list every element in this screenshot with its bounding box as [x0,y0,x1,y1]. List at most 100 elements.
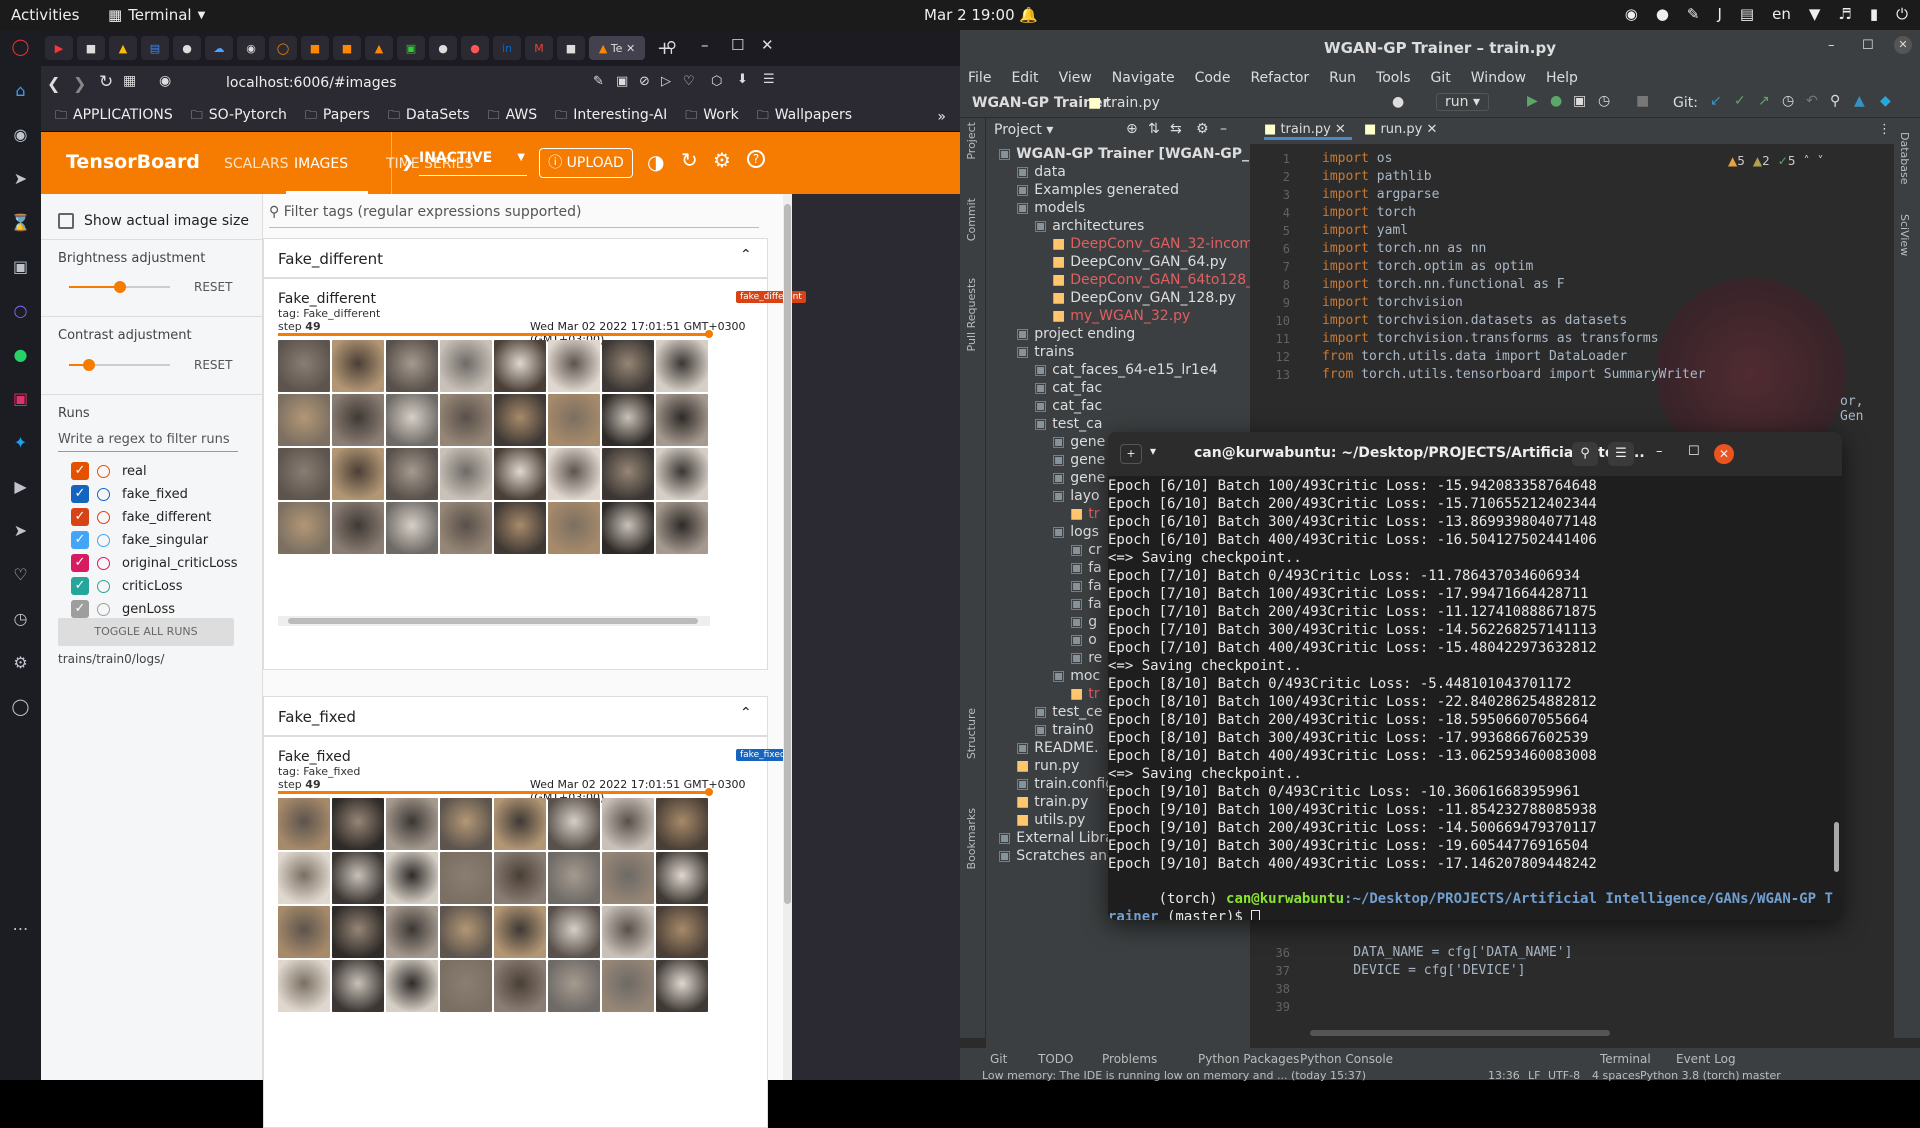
run-item[interactable]: ✓ real [71,461,147,481]
tab-site-3[interactable]: ◯ [269,36,297,60]
bottom-tab-python-console[interactable]: Python Console [1300,1052,1393,1066]
tab-site-7[interactable]: ▣ [397,36,425,60]
run-icon[interactable]: ▶ [1527,93,1538,109]
run-item[interactable]: ✓ fake_singular [71,530,208,550]
share-icon[interactable]: ✎ [593,74,604,89]
bookmark-folder[interactable]: Papers [305,106,370,127]
heart-icon[interactable]: ♡ [10,564,32,586]
close-tab-icon[interactable]: ✕ [626,42,635,55]
generated-image[interactable] [332,852,384,904]
forward-icon[interactable]: ❯ [73,74,86,93]
locate-icon[interactable]: ⊕ [1126,121,1138,137]
status-item[interactable]: 4 spaces [1592,1069,1641,1082]
generated-image[interactable] [602,906,654,958]
tab-drive[interactable]: ▲ [109,36,137,60]
run-item[interactable]: ✓ criticLoss [71,576,182,596]
menu-run[interactable]: Run [1329,70,1356,86]
tree-item[interactable]: ▣ gene [1052,470,1105,486]
tab-docs[interactable]: ▤ [141,36,169,60]
tab-site-5[interactable]: ■ [333,36,361,60]
rocket-icon[interactable]: ➤ [10,168,32,190]
tab-site-6[interactable]: ▲ [365,36,393,60]
generated-image[interactable] [386,798,438,850]
contrast-slider-thumb[interactable] [83,359,96,371]
generated-image[interactable] [548,906,600,958]
generated-image[interactable] [656,502,708,554]
coverage-icon[interactable]: ▣ [1573,93,1586,109]
twitter-icon[interactable]: ✦ [10,432,32,454]
run-item[interactable]: ✓ original_criticLoss [71,553,238,573]
tab-site-8[interactable]: ● [461,36,489,60]
image-grid[interactable] [278,798,708,1012]
terminal-maximize-icon[interactable]: ☐ [1688,444,1700,459]
generated-image[interactable] [332,502,384,554]
run-checkbox[interactable]: ✓ [71,577,89,595]
chevron-down-icon[interactable]: ˅ [1817,154,1823,168]
generated-image[interactable] [602,394,654,446]
send-icon[interactable]: ➤ [10,520,32,542]
generated-image[interactable] [386,448,438,500]
generated-image[interactable] [494,798,546,850]
run-item[interactable]: ✓ fake_fixed [71,484,188,504]
panel-settings-icon[interactable]: ⚙ [1196,121,1209,137]
menu-code[interactable]: Code [1195,70,1231,86]
ide-update-icon[interactable]: ▲ [1854,93,1865,109]
terminal-scrollbar[interactable] [1834,822,1839,872]
generated-image[interactable] [602,340,654,392]
generated-image[interactable] [440,852,492,904]
tab-images[interactable]: IMAGES [294,156,348,172]
tree-item[interactable]: ■ train.py [1016,794,1088,810]
close-tab-icon[interactable]: ✕ [1335,122,1346,137]
tab-site-9[interactable]: ■ [557,36,585,60]
generated-image[interactable] [440,906,492,958]
side-tab-structure[interactable]: Structure [965,708,978,759]
tag-filter-input[interactable]: ⚲ Filter tags (regular expressions suppo… [269,204,759,228]
power-icon[interactable]: ⏻ [1896,5,1908,23]
tab-tensorboard[interactable]: ▲ Te ✕ [589,36,645,60]
generated-image[interactable] [602,502,654,554]
tab-menu-icon[interactable]: ⋮ [1878,122,1891,137]
tree-item[interactable]: ▣ o [1070,632,1097,648]
theme-toggle-icon[interactable]: ◑ [647,150,664,174]
side-tab-bookmarks[interactable]: Bookmarks [965,808,978,869]
generated-image[interactable] [278,798,330,850]
generated-image[interactable] [332,340,384,392]
adblock-icon[interactable]: ⊘ [639,74,650,89]
bookmark-folder[interactable]: Wallpapers [757,106,852,127]
user-icon[interactable]: ● [1392,94,1404,110]
maximize-icon[interactable]: ☐ [731,36,744,54]
tab-site-4[interactable]: ■ [301,36,329,60]
debug-icon[interactable]: ● [1550,93,1562,109]
run-checkbox[interactable]: ✓ [71,462,89,480]
runs-filter-input[interactable]: Write a regex to filter runs [58,432,238,452]
tree-item[interactable]: ▣ cat_fac [1034,398,1102,414]
run-color-swatch[interactable] [97,510,110,524]
generated-image[interactable] [440,798,492,850]
contrast-reset-button[interactable]: RESET [194,358,232,372]
tab-site-2[interactable]: ◉ [237,36,265,60]
generated-image[interactable] [278,906,330,958]
tree-item[interactable]: ▣ cat_fac [1034,380,1102,396]
run-checkbox[interactable]: ✓ [71,508,89,526]
step-slider-thumb[interactable] [705,330,713,338]
tree-item[interactable]: ▣ models [1016,200,1085,216]
settings-icon[interactable]: ⚙ [10,652,32,674]
step-slider[interactable] [278,788,713,796]
tab-github-2[interactable]: ● [429,36,457,60]
brightness-slider[interactable] [69,281,170,293]
generated-image[interactable] [386,394,438,446]
chevron-up-icon[interactable]: ˄ [1803,154,1809,168]
terminal-search-icon[interactable]: ⚲ [1572,442,1598,466]
generated-image[interactable] [440,448,492,500]
terminal-window[interactable]: + ▾ can@kurwabuntu: ~/Desktop/PROJECTS/A… [1108,432,1842,920]
tree-item[interactable]: ▣ fa [1070,596,1102,612]
sidebar-app-icon[interactable]: ◉ [10,124,32,146]
tree-item[interactable]: ▣ test_ca [1034,416,1102,432]
project-view-dropdown[interactable]: Project ▾ [994,122,1053,138]
run-checkbox[interactable]: ✓ [71,600,89,618]
menu-icon[interactable]: ☰ [763,72,775,87]
back-icon[interactable]: ❮ [47,74,60,93]
tree-item[interactable]: ■ DeepConv_GAN_128.py [1052,290,1236,306]
ide-close-icon[interactable]: ✕ [1894,36,1912,54]
run-checkbox[interactable]: ✓ [71,485,89,503]
